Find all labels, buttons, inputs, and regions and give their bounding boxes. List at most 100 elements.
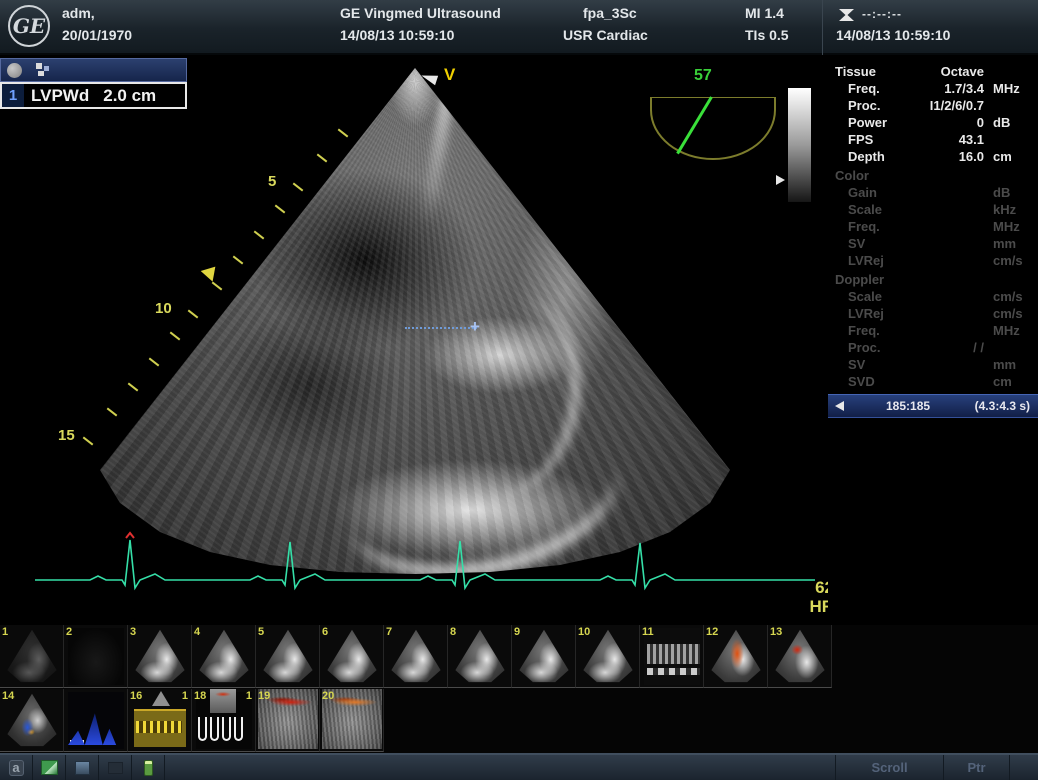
thumbnail-5[interactable]: 5 [256,625,320,688]
tissue-title: Tissue [828,64,876,79]
thumbnail-number: 1 [2,626,8,638]
parameter-panel: Tissue Octave Freq. 1.7/3.4 MHz Proc. I1… [828,55,1038,625]
orientation-marker: V [444,65,455,85]
tissue-title-row: Tissue Octave [828,63,1038,80]
depth-tick [233,256,244,265]
thumbnail-14[interactable]: 14 [0,689,64,752]
param-label: Power [828,115,887,130]
caliper-dotted-line[interactable] [405,327,477,329]
doppler-title-row: Doppler [828,271,1038,288]
depth-tick [170,332,181,341]
param-label: Scale [828,202,882,217]
thumbnail-number: 14 [2,690,14,702]
thumbnail-3[interactable]: 3 [128,625,192,688]
hourglass-icon [838,8,855,22]
thumbnail-7[interactable]: 7 [384,625,448,688]
scroll-label: Scroll [871,760,907,775]
param-value: 0 [887,115,984,130]
mini-image-icon [210,689,236,713]
thumbnail-20[interactable]: 20 [320,689,384,752]
param-row: Power 0 dB [828,114,1038,131]
heart-rate-value: 62 [752,578,834,597]
color-title: Color [828,168,869,183]
param-row: FPS 43.1 [828,131,1038,148]
param-value: 16.0 [885,149,984,164]
network-icon [108,762,123,774]
thumbnail-11[interactable]: 11 [640,625,704,688]
param-row: Proc. I1/2/6/0.7 [828,97,1038,114]
param-unit: MHz [984,323,1030,338]
param-row: Freq. MHz [828,218,1038,235]
depth-tick [275,205,286,214]
param-unit: cm [984,374,1030,389]
tis-index: TIs 0.5 [745,27,789,43]
pointer-softkey[interactable]: Ptr [944,755,1010,780]
cine-arrow-icon[interactable] [835,401,844,411]
param-label: FPS [828,132,873,147]
thumbnail-number: 19 [258,690,270,702]
image-store-cell [33,755,66,780]
thumbnail-number: 18 [194,690,206,702]
thumbnail-4[interactable]: 4 [192,625,256,688]
thumbnail-18[interactable]: 18 1 [192,689,256,752]
heart-rate-label: HR [752,597,834,616]
param-unit: cm/s [984,289,1030,304]
depth-tick [83,437,94,446]
cine-loop-bar[interactable]: 185:185 (4.3:4.3 s) [828,394,1038,418]
param-unit: dB [984,115,1030,130]
thumbnail-number: 13 [770,626,782,638]
param-unit: mm [984,236,1030,251]
thumbnail-image [68,628,124,685]
thumbnail-1[interactable]: 1 [0,625,64,688]
thumbnail-number: 10 [578,626,590,638]
param-unit: mm [984,357,1030,372]
footer-end-cell [1010,755,1038,780]
patient-name: adm, [62,5,95,21]
thumbnail-number: 5 [258,626,264,638]
thumbnail-10[interactable]: 10 [576,625,640,688]
depth-tick [128,383,139,392]
caliper-cursor[interactable]: + [470,317,480,337]
thumbnail-2[interactable]: 2 [64,625,128,688]
thumbnail-8[interactable]: 8 [448,625,512,688]
depth-tick [254,231,265,240]
thumbnail-number: 8 [450,626,456,638]
param-row: Freq. 1.7/3.4 MHz [828,80,1038,97]
thumbnail-16[interactable]: 16 1 [128,689,192,752]
param-unit: kHz [984,202,1030,217]
measurement-result-box[interactable]: 1 LVPWd 2.0 cm [0,58,187,109]
spectral-trace [136,721,182,733]
thumbnail-19[interactable]: 19 [256,689,320,752]
measurement-value: 2.0 cm [103,86,156,106]
battery-icon [144,760,153,776]
color-title-row: Color [828,167,1038,184]
patient-dob: 20/01/1970 [62,27,132,43]
thumbnail-13[interactable]: 13 [768,625,832,688]
thumbnail-image [324,628,380,685]
depth-tick [107,408,118,417]
thumbnail-6[interactable]: 6 [320,625,384,688]
param-unit: cm/s [984,306,1030,321]
thumbnail-9[interactable]: 9 [512,625,576,688]
mi-index: MI 1.4 [745,5,784,21]
thumbnail-number: 6 [322,626,328,638]
measurement-row[interactable]: 1 LVPWd 2.0 cm [0,82,187,109]
thumbnail-12[interactable]: 12 [704,625,768,688]
ptr-label: Ptr [967,760,985,775]
param-row: Gain dB [828,184,1038,201]
thumbnail-image [260,628,316,685]
thumbnail-tag: 1 [246,690,252,702]
network-cell [99,755,132,780]
measurement-box-header [0,58,187,82]
color-section: Color Gain dB Scale kHz Freq. MHz SV [828,167,1038,269]
param-unit: cm/s [984,253,1030,268]
scroll-softkey[interactable]: Scroll [836,755,944,780]
param-label: Scale [828,289,882,304]
thumbnail-15[interactable] [64,689,128,752]
param-unit: MHz [984,81,1030,96]
ultrasound-screen: GE adm, 20/01/1970 GE Vingmed Ultrasound… [0,0,1038,780]
spectral-panel [134,709,186,747]
measurement-index: 1 [2,84,24,107]
param-row: Depth 16.0 cm [828,148,1038,165]
param-row: SVD cm [828,373,1038,390]
